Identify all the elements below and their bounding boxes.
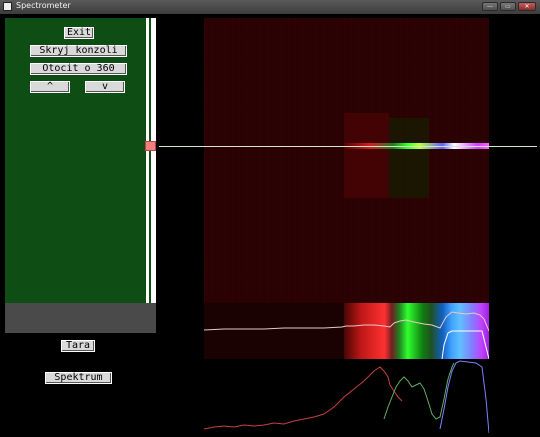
green-glow xyxy=(389,118,429,198)
tara-button[interactable]: Tara xyxy=(61,340,95,352)
tara-curve xyxy=(204,311,489,332)
close-button[interactable]: ✕ xyxy=(518,2,536,11)
control-panel xyxy=(5,18,146,303)
title-bar: Spectrometer — ▭ ✕ xyxy=(0,0,540,14)
blue-channel-curve xyxy=(439,360,489,434)
scan-line xyxy=(159,146,537,147)
maximize-button[interactable]: ▭ xyxy=(500,2,516,11)
rotate-button[interactable]: Otocit o 360 xyxy=(30,63,127,75)
camera-view[interactable] xyxy=(204,18,489,303)
down-button[interactable]: v xyxy=(85,81,125,93)
exit-button[interactable]: Exit xyxy=(64,27,94,39)
spectrum-button[interactable]: Spektrum xyxy=(45,372,112,384)
spectrum-graph xyxy=(204,360,489,434)
spectrum-overlay-curve xyxy=(441,330,489,359)
red-channel-curve xyxy=(204,366,403,430)
tara-graph xyxy=(204,311,489,359)
up-button[interactable]: ^ xyxy=(30,81,70,93)
slider-groove xyxy=(149,18,151,303)
app-canvas: Exit Skryj konzoli Otocit o 360 ^ v Tara… xyxy=(3,14,537,434)
red-glow xyxy=(344,113,389,198)
status-panel xyxy=(5,303,156,333)
hide-console-button[interactable]: Skryj konzoli xyxy=(30,45,127,57)
app-icon xyxy=(3,2,12,11)
minimize-button[interactable]: — xyxy=(482,2,498,11)
row-slider-handle[interactable] xyxy=(145,141,156,151)
row-slider-track[interactable] xyxy=(146,18,156,303)
window-title: Spectrometer xyxy=(16,1,71,10)
